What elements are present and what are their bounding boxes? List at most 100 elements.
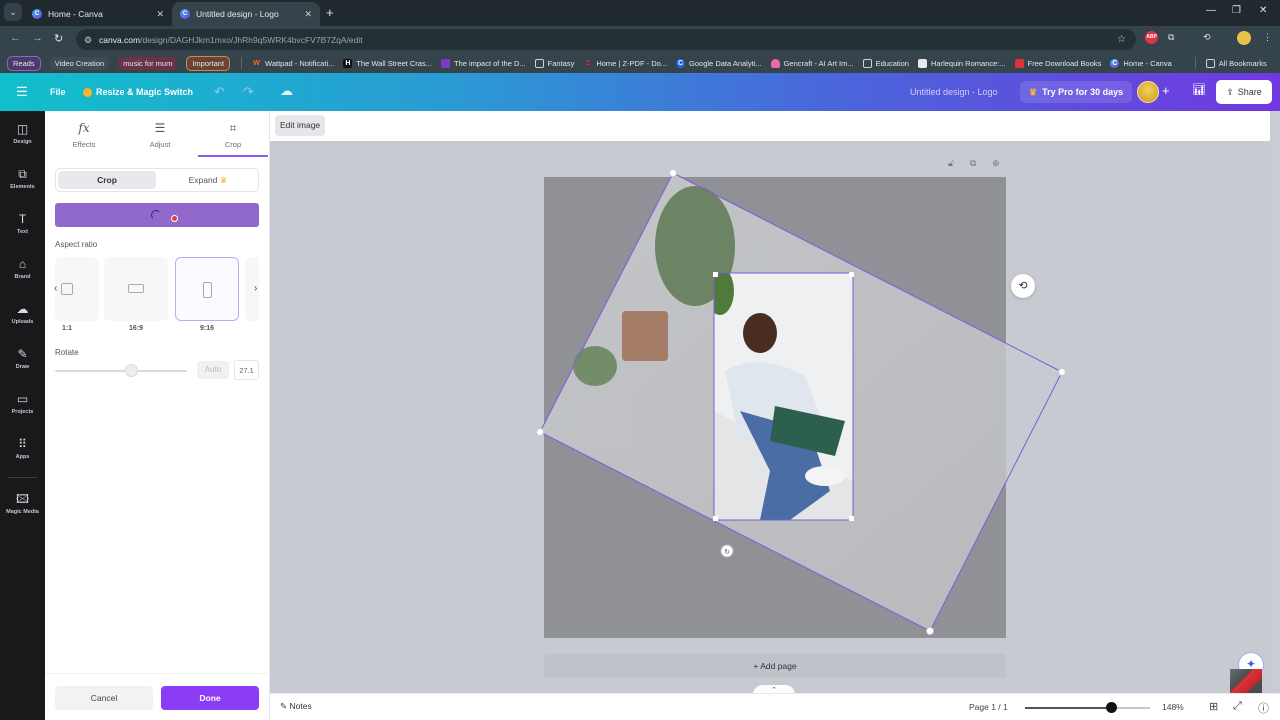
- book-icon: [440, 58, 450, 68]
- zoom-percentage[interactable]: 148%: [1162, 702, 1184, 712]
- rail-item-brand[interactable]: ⌂ Brand: [0, 257, 45, 280]
- minimize-icon[interactable]: —: [1206, 5, 1216, 16]
- insights-chart-icon[interactable]: 📊︎: [1192, 83, 1206, 96]
- redo-icon[interactable]: ↷: [243, 84, 254, 100]
- rail-item-design[interactable]: ◫ Design: [0, 122, 45, 145]
- forward-icon[interactable]: →: [32, 32, 43, 44]
- crop-processing-button[interactable]: [55, 203, 259, 227]
- user-avatar[interactable]: [1137, 81, 1159, 103]
- rail-item-magic-media[interactable]: 🖾︎ Magic Media: [0, 492, 45, 515]
- ratio-option-16-9[interactable]: [104, 257, 168, 321]
- ratio-option-1-1[interactable]: [55, 257, 99, 321]
- rail-item-text[interactable]: T Text: [0, 212, 45, 235]
- expand-mode-button[interactable]: Expand ♛: [158, 171, 258, 189]
- resize-magic-switch-button[interactable]: Resize & Magic Switch: [83, 87, 193, 97]
- rotate-slider[interactable]: [55, 364, 187, 377]
- rail-item-uploads[interactable]: ☁ Uploads: [0, 302, 45, 325]
- all-bookmarks[interactable]: All Bookmarks: [1205, 58, 1267, 68]
- bookmark-folder-education[interactable]: Education: [862, 58, 909, 68]
- chevron-left-icon[interactable]: ‹: [54, 283, 57, 294]
- close-tab-icon[interactable]: ✕: [156, 9, 164, 20]
- bookmark-wall-street[interactable]: H The Wall Street Cras...: [343, 58, 432, 68]
- bookmark-star-icon[interactable]: ☆: [1117, 34, 1126, 45]
- crop-corner-handle[interactable]: [713, 516, 718, 521]
- undo-icon[interactable]: ↶: [214, 84, 225, 100]
- rotate-reset-icon[interactable]: ⟲: [1011, 274, 1035, 298]
- tab-label: Effects: [72, 140, 96, 149]
- back-icon[interactable]: ←: [10, 32, 21, 44]
- rotate-glyph-icon: ↻: [724, 549, 730, 556]
- bookmark-free-download-books[interactable]: Free Download Books: [1014, 58, 1101, 68]
- bookmark-zpdf[interactable]: Z Home | Z-PDF - Do...: [583, 59, 667, 68]
- rotate-value-input[interactable]: 27.1: [234, 360, 259, 380]
- bookmark-chip-reads[interactable]: Reads: [7, 55, 41, 71]
- resize-handle-top[interactable]: [669, 169, 677, 177]
- bookmark-harlequin[interactable]: Harlequin Romance:...: [917, 58, 1006, 68]
- try-pro-button[interactable]: ♛ Try Pro for 30 days: [1020, 81, 1133, 103]
- tab-crop[interactable]: ⌗ Crop: [198, 121, 268, 149]
- crop-corner-handle[interactable]: [849, 272, 854, 277]
- zoom-slider[interactable]: [1025, 702, 1150, 713]
- add-collaborator-icon[interactable]: +: [1162, 83, 1170, 98]
- crop-corner-handle[interactable]: [713, 272, 718, 277]
- extensions-icon[interactable]: ⧉: [1168, 32, 1174, 43]
- bookmark-home-canva[interactable]: C Home - Canva: [1110, 58, 1172, 68]
- browser-tab-home-canva[interactable]: C Home - Canva ✕: [24, 2, 172, 26]
- ratio-option-9-16[interactable]: [175, 257, 239, 321]
- auto-rotate-button[interactable]: Auto: [197, 361, 229, 379]
- hamburger-menu-icon[interactable]: ☰: [16, 84, 28, 100]
- resize-handle-bottom[interactable]: [926, 627, 934, 635]
- notes-button[interactable]: ✎ Notes: [280, 701, 312, 712]
- history-icon[interactable]: ⟲: [1203, 32, 1211, 43]
- grid-view-icon[interactable]: ⊞: [1209, 700, 1218, 713]
- resize-handle-left[interactable]: [536, 428, 544, 436]
- bookmark-google-data[interactable]: C Google Data Analyti...: [676, 58, 762, 68]
- bookmark-chip-important[interactable]: Important: [186, 55, 231, 71]
- fullscreen-icon[interactable]: ⤢: [1233, 700, 1242, 713]
- workspace-scroll-edge[interactable]: [1270, 111, 1280, 693]
- tab-effects[interactable]: fx Effects: [49, 121, 119, 149]
- restore-icon[interactable]: ❐: [1232, 5, 1241, 16]
- cancel-button[interactable]: Cancel: [55, 686, 153, 710]
- adblock-extension-icon[interactable]: ABP: [1145, 31, 1158, 44]
- add-page-button[interactable]: + Add page: [544, 654, 1006, 678]
- file-menu[interactable]: File: [50, 87, 66, 97]
- z-icon: Z: [585, 59, 590, 67]
- browser-tab-untitled-design[interactable]: C Untitled design - Logo ✕: [172, 2, 320, 26]
- zoom-slider-handle[interactable]: [1106, 702, 1118, 713]
- page-indicator[interactable]: Page 1 / 1: [969, 702, 1008, 712]
- site-info-icon[interactable]: ⚙: [81, 33, 95, 47]
- crop-mode-button[interactable]: Crop: [58, 171, 156, 189]
- tab-adjust[interactable]: ☰ Adjust: [125, 121, 195, 149]
- crop-corner-handle[interactable]: [849, 516, 854, 521]
- cloud-saved-icon[interactable]: ☁: [280, 83, 293, 99]
- tab-search-button[interactable]: ⌄: [4, 3, 22, 21]
- rail-item-apps[interactable]: ⠿ Apps: [0, 437, 45, 460]
- bookmark-wattpad[interactable]: W Wattpad - Notificati...: [252, 59, 334, 68]
- address-bar[interactable]: ⚙ canva.com/design/DAGHJkm1mxo/JhRh9q5WR…: [76, 29, 1136, 50]
- reload-icon[interactable]: ↻: [54, 32, 63, 45]
- bookmark-impact[interactable]: The impact of the D...: [440, 58, 526, 68]
- bookmark-gencraft[interactable]: Gencraft - AI Art Im...: [770, 58, 854, 68]
- rail-item-projects[interactable]: ▭ Projects: [0, 392, 45, 415]
- chevron-down-icon: ⌄: [9, 6, 17, 17]
- rail-item-draw[interactable]: ✎ Draw: [0, 347, 45, 370]
- browser-menu-icon[interactable]: ⋮: [1263, 32, 1272, 43]
- resize-handle-right[interactable]: [1058, 368, 1066, 376]
- done-button[interactable]: Done: [161, 686, 259, 710]
- crop-overlay: ↻: [536, 169, 1066, 635]
- design-title[interactable]: Untitled design - Logo: [910, 87, 998, 97]
- bookmark-folder-fantasy[interactable]: Fantasy: [534, 58, 574, 68]
- close-window-icon[interactable]: ✕: [1259, 5, 1267, 16]
- close-tab-icon[interactable]: ✕: [304, 9, 312, 20]
- help-icon[interactable]: ⓘ: [1258, 700, 1269, 716]
- books-icon: [1014, 58, 1024, 68]
- bookmark-chip-video-creation[interactable]: Video Creation: [49, 56, 110, 70]
- share-button[interactable]: ⇪ Share: [1216, 80, 1272, 104]
- rail-item-elements[interactable]: ⧉ Elements: [0, 167, 45, 190]
- new-tab-icon[interactable]: +: [326, 5, 334, 20]
- bookmark-chip-music-for-mum[interactable]: music for mum: [118, 56, 178, 70]
- profile-avatar[interactable]: [1237, 31, 1251, 45]
- rotate-slider-handle[interactable]: [124, 364, 138, 377]
- chevron-right-icon[interactable]: ›: [254, 283, 257, 294]
